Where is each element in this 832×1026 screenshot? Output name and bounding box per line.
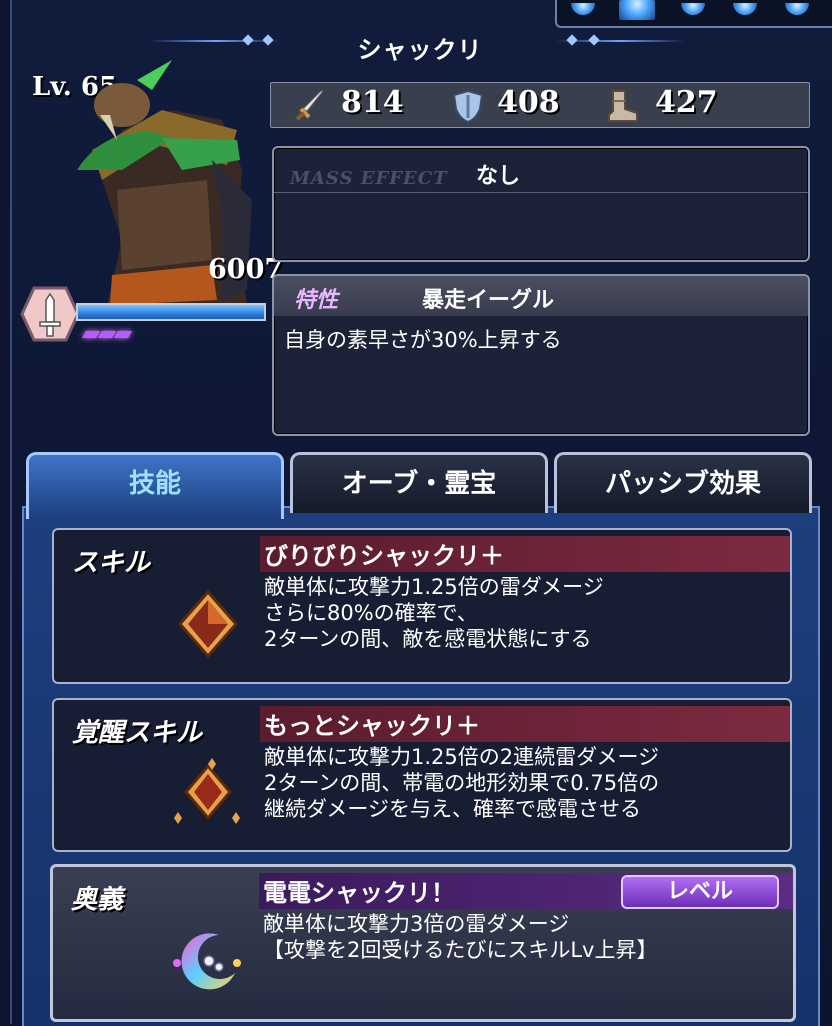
mass-effect-label: MASS EFFECT [290,168,448,189]
shield-icon [452,89,484,123]
tab-orbs[interactable]: オーブ・霊宝 [290,452,548,513]
skill-name: びりびりシャックリ＋ [264,542,504,570]
skill-type-label: 奥義 [71,885,124,915]
stats-bar: 814 408 427 [270,82,810,128]
sword-icon [295,90,325,121]
page-dot[interactable] [785,3,809,15]
hp-bar [76,303,266,321]
awakened-thunder-crystal-icon [174,758,240,824]
attack-value: 814 [341,85,404,120]
skill-type-label: 覚醒スキル [72,718,203,748]
trait-name: 暴走イーグル [422,288,555,313]
skill-card[interactable]: 覚醒スキル もっとシャックリ＋ 敵単体に攻撃力1.25倍の2連続雷ダメージ 2タ… [52,698,792,852]
trait-panel: 特性 暴走イーグル 自身の素早さが30%上昇する [272,274,810,436]
level-button[interactable]: レベル [621,875,779,909]
page-dot[interactable] [571,3,595,15]
crescent-moon-orb-icon [173,933,241,990]
page-dot-active[interactable] [619,0,655,20]
skill-name: 電電シャックリ！ [263,879,455,907]
page-dot[interactable] [733,3,757,15]
tab-passive[interactable]: パッシブ効果 [554,452,812,513]
hp-bar-fill [78,305,264,319]
defense-value: 408 [497,85,560,120]
skill-type-label: スキル [72,548,151,578]
mass-effect-value: なし [476,164,521,189]
divider [274,192,808,193]
skill-description: 敵単体に攻撃力1.25倍の2連続雷ダメージ 2ターンの間、帯電の地形効果で0.7… [264,745,660,821]
trait-label: 特性 [294,288,339,313]
tab-skills[interactable]: 技能 [26,452,284,519]
thunder-crystal-icon [178,589,238,659]
skill-description: 敵単体に攻撃力1.25倍の雷ダメージ さらに80%の確率で、 2ターンの間、敵を… [264,575,604,651]
trait-description: 自身の素早さが30%上昇する [284,328,562,352]
speed-value: 427 [655,85,718,120]
boot-icon [608,90,638,122]
skill-name: もっとシャックリ＋ [264,712,480,740]
page-dot[interactable] [681,3,705,15]
skill-description: 敵単体に攻撃力3倍の雷ダメージ 【攻撃を2回受けるたびにスキルLv上昇】 [263,912,658,962]
ultimate-skill-card[interactable]: 奥義 電電シャックリ！ レベル 敵単体に攻撃力3倍の雷ダメージ 【攻撃を2回受け… [50,864,796,1022]
unit-name: シャックリ [357,36,483,64]
title-ornament-left [150,40,280,42]
mass-effect-panel: MASS EFFECT なし [272,146,810,262]
sword-class-icon [20,286,80,342]
skill-card[interactable]: スキル びりびりシャックリ＋ 敵単体に攻撃力1.25倍の雷ダメージ さらに80%… [52,528,792,684]
page-indicator [555,0,832,28]
